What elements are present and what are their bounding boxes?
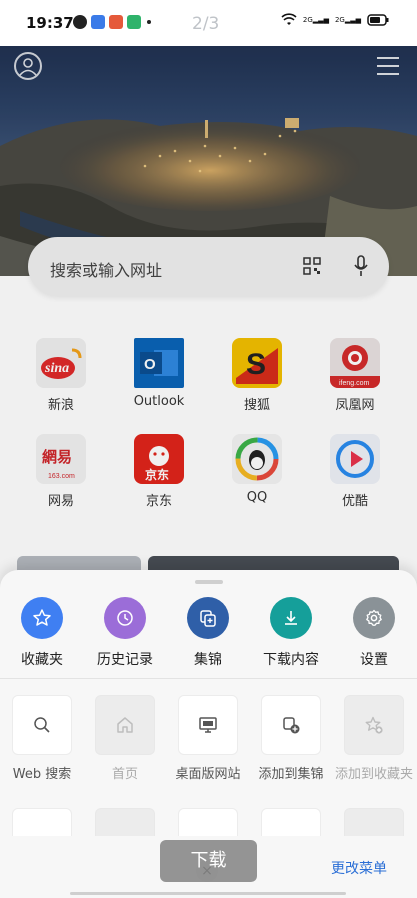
profile-avatar-icon[interactable] [14,52,42,80]
quick-link-ifeng[interactable]: ifeng.com 凤凰网 [305,338,405,413]
menu-add-to-favorites: 添加到收藏夹 [334,695,414,785]
menu-item-label: 收藏夹 [21,652,63,668]
desktop-icon [178,695,238,755]
menu-item-label: 添加到集锦 [258,767,324,782]
quick-link-label: 京东 [145,494,172,509]
status-right-icons: 2G▂▃▅ 2G▂▃▅ [281,13,389,27]
quick-link-label: 优酷 [341,494,368,509]
menu-favorites[interactable]: 收藏夹 [2,597,82,669]
outlook-logo-icon: O [134,338,184,388]
quick-link-label: 新浪 [47,398,74,413]
menu-web-search[interactable]: Web 搜索 [2,695,82,785]
notification-app-icon [91,15,105,29]
signal-icon: 2G▂▃▅ [302,15,329,24]
signal-icon: 2G▂▃▅ [334,15,361,24]
download-icon [270,597,312,639]
collection-icon [187,597,229,639]
more-notifications-dot [147,20,151,24]
menu-collections[interactable]: 集锦 [168,597,248,669]
quick-link-label: 网易 [47,494,74,509]
menu-item-label: 首页 [111,767,138,782]
quick-link-sina[interactable]: sina 新浪 [11,338,111,413]
menu-add-to-collection[interactable]: 添加到集锦 [251,695,331,785]
add-collection-icon [261,695,321,755]
menu-item-label: 添加到收藏夹 [334,767,413,782]
qr-scan-icon[interactable] [303,257,321,275]
drag-handle[interactable] [195,580,223,584]
network-type-label: 2G [334,15,345,24]
qq-logo-icon [232,434,282,484]
sina-logo-icon: sina [36,338,86,388]
history-icon [104,597,146,639]
svg-text:O: O [144,356,156,373]
menu-home: 首页 [85,695,165,785]
tab-page-indicator: 2/3 [192,14,220,34]
ifeng-logo-icon: ifeng.com [330,338,380,388]
svg-text:163.com: 163.com [48,473,75,480]
notification-app-icon [109,15,123,29]
menu-item-label: Web 搜索 [12,767,72,782]
microphone-icon[interactable] [353,255,369,277]
status-bar: 19:37 2/3 2G▂▃▅ 2G▂▃▅ [0,0,417,46]
wifi-icon [281,13,297,25]
toast-message: 下载 [160,840,257,882]
menu-item-label: 桌面版网站 [175,767,241,782]
menu-settings[interactable]: 设置 [334,597,414,669]
notification-icons [73,15,151,29]
quick-link-youku[interactable]: 优酷 [305,434,405,509]
status-time: 19:37 [26,14,74,32]
quick-link-netease[interactable]: 網易 163.com 网易 [11,434,111,509]
menu-downloads[interactable]: 下载内容 [251,597,331,669]
quick-link-jd[interactable]: 京东 京东 [109,434,209,509]
gear-icon [353,597,395,639]
edit-menu-link[interactable]: 更改菜单 [331,858,387,878]
battery-icon [367,14,389,26]
jd-logo-icon: 京东 [134,434,184,484]
divider [0,678,417,679]
home-indicator[interactable] [70,892,346,895]
page-menu-icon[interactable] [377,57,399,75]
quick-link-label: 搜狐 [243,398,270,413]
notification-app-icon [127,15,141,29]
netease-logo-icon: 網易 163.com [36,434,86,484]
menu-item-label: 下载内容 [263,652,319,668]
menu-history[interactable]: 历史记录 [85,597,165,669]
menu-item-label: 设置 [360,652,388,668]
menu-item-label: 历史记录 [97,652,153,668]
add-favorite-icon [344,695,404,755]
svg-text:京东: 京东 [145,467,169,482]
sohu-logo-icon: S [232,338,282,388]
quick-link-label: QQ [246,490,268,505]
quick-link-label: 凤凰网 [335,398,375,413]
svg-text:網易: 網易 [42,448,72,466]
search-bar[interactable]: 搜索或输入网址 [28,237,389,296]
star-icon [21,597,63,639]
quick-link-outlook[interactable]: O Outlook [109,338,209,409]
network-type-label: 2G [302,15,313,24]
svg-text:S: S [246,348,266,381]
menu-desktop-site[interactable]: 桌面版网站 [168,695,248,785]
search-input[interactable]: 搜索或输入网址 [50,257,162,281]
search-icon [12,695,72,755]
youku-logo-icon [330,434,380,484]
quick-link-sohu[interactable]: S 搜狐 [207,338,307,413]
ifeng-logo-text: ifeng.com [339,380,370,387]
notification-app-icon [73,15,87,29]
quick-link-qq[interactable]: QQ [207,434,307,505]
svg-text:sina: sina [44,361,69,376]
menu-item-label: 集锦 [194,652,222,668]
home-icon [95,695,155,755]
quick-link-label: Outlook [133,394,185,409]
